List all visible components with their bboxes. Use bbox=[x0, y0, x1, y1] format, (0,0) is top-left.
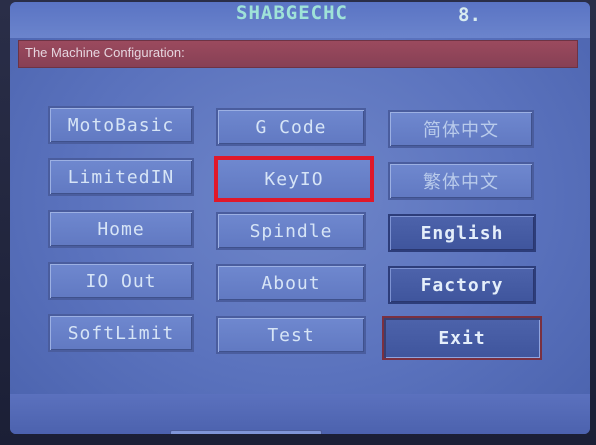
factory-button[interactable]: Factory bbox=[388, 266, 536, 304]
exit-button[interactable]: Exit bbox=[382, 316, 542, 360]
motobasic-button[interactable]: MotoBasic bbox=[48, 106, 194, 144]
gcode-button[interactable]: G Code bbox=[216, 108, 366, 146]
softlimit-button[interactable]: SoftLimit bbox=[48, 314, 194, 352]
traditional-chinese-button[interactable]: 繁体中文 bbox=[388, 162, 534, 200]
about-button[interactable]: About bbox=[216, 264, 366, 302]
scrollbar[interactable] bbox=[170, 430, 322, 434]
limitedin-button[interactable]: LimitedIN bbox=[48, 158, 194, 196]
top-indicator: 8. bbox=[458, 4, 481, 26]
english-button[interactable]: English bbox=[388, 214, 536, 252]
brand-label: SHABGECHC bbox=[236, 2, 348, 24]
simplified-chinese-button[interactable]: 简体中文 bbox=[388, 110, 534, 148]
test-button[interactable]: Test bbox=[216, 316, 366, 354]
io-out-button[interactable]: IO Out bbox=[48, 262, 194, 300]
keyio-button[interactable]: KeyIO bbox=[214, 156, 374, 202]
bottom-strip bbox=[10, 394, 590, 434]
page-title: The Machine Configuration: bbox=[25, 45, 185, 60]
spindle-button[interactable]: Spindle bbox=[216, 212, 366, 250]
home-button[interactable]: Home bbox=[48, 210, 194, 248]
top-bar: SHABGECHC 8. bbox=[10, 2, 590, 38]
machine-config-screen: SHABGECHC 8. The Machine Configuration: … bbox=[10, 2, 590, 434]
title-bar: The Machine Configuration: bbox=[18, 40, 578, 68]
